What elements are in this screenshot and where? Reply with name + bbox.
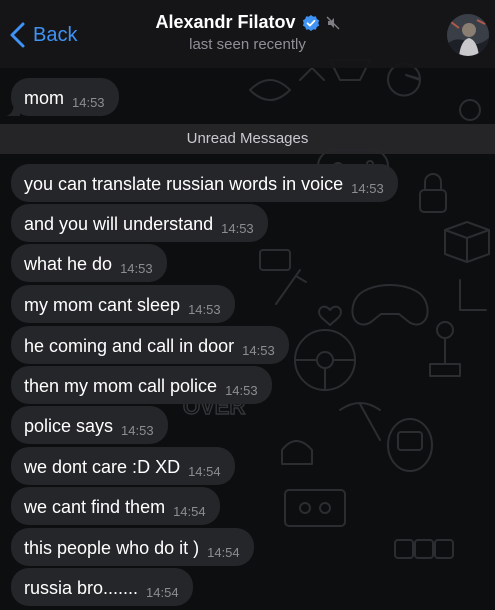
- message-text: mom: [24, 88, 64, 108]
- message-text: my mom cant sleep: [24, 295, 181, 315]
- message-time: 14:54: [146, 585, 179, 600]
- message-time: 14:53: [121, 423, 154, 438]
- message-bubble[interactable]: mom 14:53: [6, 78, 119, 116]
- message-text: what he do: [24, 254, 113, 274]
- chevron-left-icon: [10, 22, 25, 48]
- message-bubble[interactable]: russia bro....... 14:54: [11, 568, 193, 606]
- muted-icon: [326, 16, 340, 29]
- message-time: 14:53: [188, 302, 221, 317]
- chat-header: Back Alexandr Filatov last seen recently: [0, 0, 495, 68]
- message-time: 14:53: [242, 343, 275, 358]
- message-bubble[interactable]: he coming and call in door 14:53: [11, 326, 289, 364]
- message-bubble[interactable]: we cant find them 14:54: [11, 487, 220, 525]
- message-time: 14:53: [120, 261, 153, 276]
- message-time: 14:54: [207, 545, 240, 560]
- back-button[interactable]: Back: [6, 18, 77, 52]
- contact-name: Alexandr Filatov: [155, 12, 296, 32]
- contact-title[interactable]: Alexandr Filatov last seen recently: [100, 12, 395, 53]
- avatar-image: [447, 14, 489, 56]
- message-text: we dont care :D XD: [24, 457, 181, 477]
- message-bubble[interactable]: my mom cant sleep 14:53: [11, 285, 235, 323]
- message-time: 14:53: [351, 181, 384, 196]
- message-bubble[interactable]: then my mom call police 14:53: [11, 366, 272, 404]
- message-bubble[interactable]: we dont care :D XD 14:54: [11, 447, 235, 485]
- message-bubble[interactable]: you can translate russian words in voice…: [11, 164, 398, 202]
- last-seen-status: last seen recently: [189, 36, 306, 53]
- message-text: then my mom call police: [24, 376, 218, 396]
- contact-avatar[interactable]: [447, 14, 489, 56]
- message-bubble[interactable]: police says 14:53: [11, 406, 168, 444]
- message-bubble[interactable]: this people who do it ) 14:54: [11, 528, 254, 566]
- bubble-tail: [6, 102, 20, 116]
- message-time: 14:54: [188, 464, 221, 479]
- message-text: he coming and call in door: [24, 336, 235, 356]
- unread-messages-banner: Unread Messages: [0, 124, 495, 154]
- message-text: and you will understand: [24, 214, 214, 234]
- message-time: 14:53: [72, 95, 105, 110]
- message-text: police says: [24, 416, 114, 436]
- message-time: 14:54: [173, 504, 206, 519]
- back-label: Back: [33, 23, 78, 46]
- chat-screen: OVER Unread Messages mom 14:53 you can tra…: [0, 0, 495, 610]
- message-text: you can translate russian words in voice: [24, 174, 344, 194]
- message-list[interactable]: Unread Messages mom 14:53 you can translat…: [0, 0, 495, 610]
- message-time: 14:53: [221, 221, 254, 236]
- verified-badge-icon: [302, 14, 319, 31]
- message-bubble[interactable]: and you will understand 14:53: [11, 204, 268, 242]
- message-time: 14:53: [225, 383, 258, 398]
- message-text: russia bro.......: [24, 578, 139, 598]
- message-text: this people who do it ): [24, 538, 200, 558]
- message-bubble[interactable]: what he do 14:53: [11, 244, 167, 282]
- message-text: we cant find them: [24, 497, 166, 517]
